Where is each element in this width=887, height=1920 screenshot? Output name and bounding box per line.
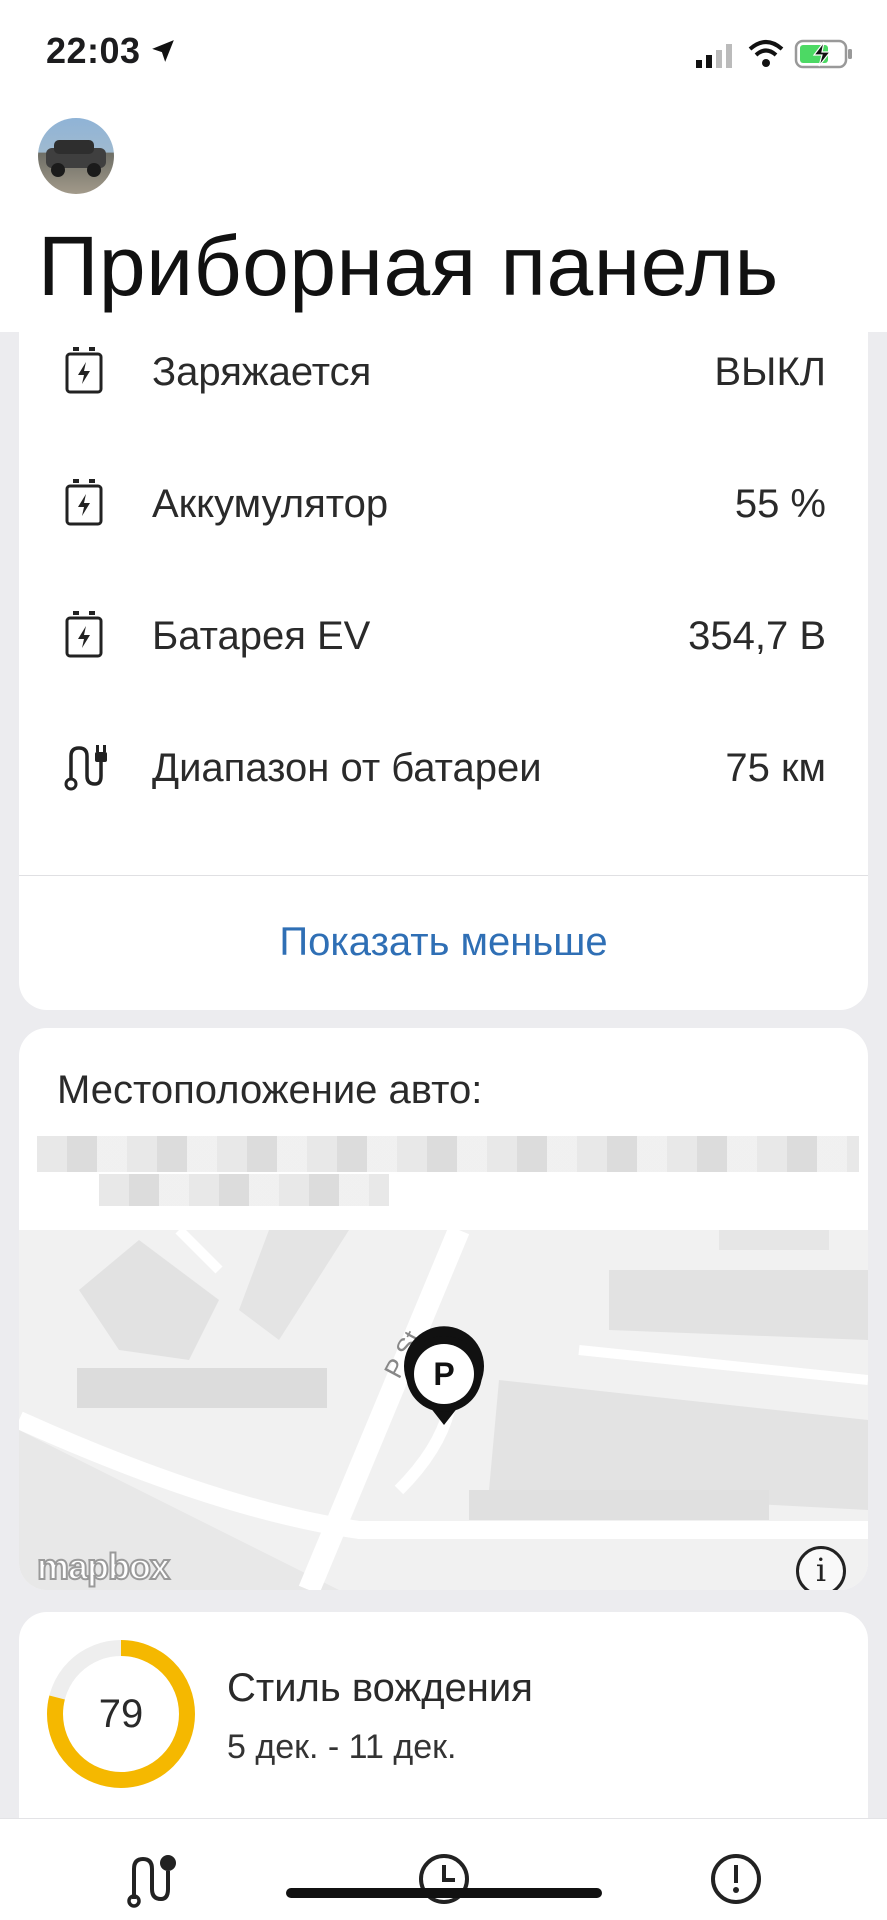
stat-value: 354,7 В: [688, 614, 826, 658]
car-photo-icon: [46, 140, 106, 177]
location-arrow-icon: [152, 40, 174, 62]
redacted-address: [37, 1136, 859, 1172]
stat-label: Заряжается: [152, 350, 372, 394]
battery-charge-icon: [65, 347, 103, 394]
stat-label: Аккумулятор: [152, 482, 389, 526]
show-less-button[interactable]: Показать меньше: [19, 920, 868, 965]
stat-label: Батарея EV: [152, 614, 371, 658]
tab-bar: [0, 1818, 887, 1920]
stat-value: 75 км: [725, 746, 826, 790]
map-info-button[interactable]: i: [796, 1546, 846, 1590]
mapbox-logo[interactable]: mapbox: [36, 1545, 171, 1588]
divider: [19, 875, 868, 876]
battery-charging-icon: [794, 39, 852, 69]
home-indicator: [286, 1888, 602, 1898]
parking-marker-letter: P: [433, 1356, 454, 1392]
vehicle-location-card[interactable]: Местоположение авто: P St P mapbox i: [19, 1028, 868, 1590]
stat-value: ВЫКЛ: [714, 350, 826, 394]
stat-label: Диапазон от батареи: [152, 746, 542, 790]
battery-charge-icon: [65, 479, 103, 526]
status-bar: 22:03: [0, 0, 887, 110]
app-header: 22:03 Приборная панель: [0, 0, 887, 332]
cellular-signal-icon: [696, 44, 732, 68]
avatar[interactable]: [38, 118, 114, 194]
driving-style-title: Стиль вождения: [227, 1666, 533, 1710]
stat-value: 55 %: [734, 482, 826, 526]
location-map[interactable]: P St P mapbox i: [19, 1230, 868, 1590]
location-title: Местоположение авто:: [57, 1068, 483, 1112]
clock-icon[interactable]: [414, 1849, 474, 1909]
redacted-address-line2: [99, 1174, 389, 1206]
route-plug-icon: [64, 745, 107, 791]
driving-style-date-range: 5 дек. - 11 дек.: [227, 1728, 457, 1766]
stat-row-battery: Аккумулятор 55 %: [19, 432, 868, 564]
alert-icon[interactable]: [706, 1849, 766, 1909]
wifi-icon: [748, 40, 784, 67]
route-icon[interactable]: [122, 1849, 182, 1909]
driving-score-value: 79: [98, 1692, 144, 1736]
stat-row-ev-battery: Батарея EV 354,7 В: [19, 564, 868, 696]
page-title: Приборная панель: [38, 219, 779, 313]
battery-stats-card: Заряжается ВЫКЛ Аккумулятор 55 % Батарея…: [19, 300, 868, 1010]
stat-row-range: Диапазон от батареи 75 км: [19, 696, 868, 828]
map-canvas: P St P: [19, 1230, 868, 1590]
battery-charge-icon: [65, 611, 103, 658]
status-time: 22:03: [46, 30, 141, 71]
